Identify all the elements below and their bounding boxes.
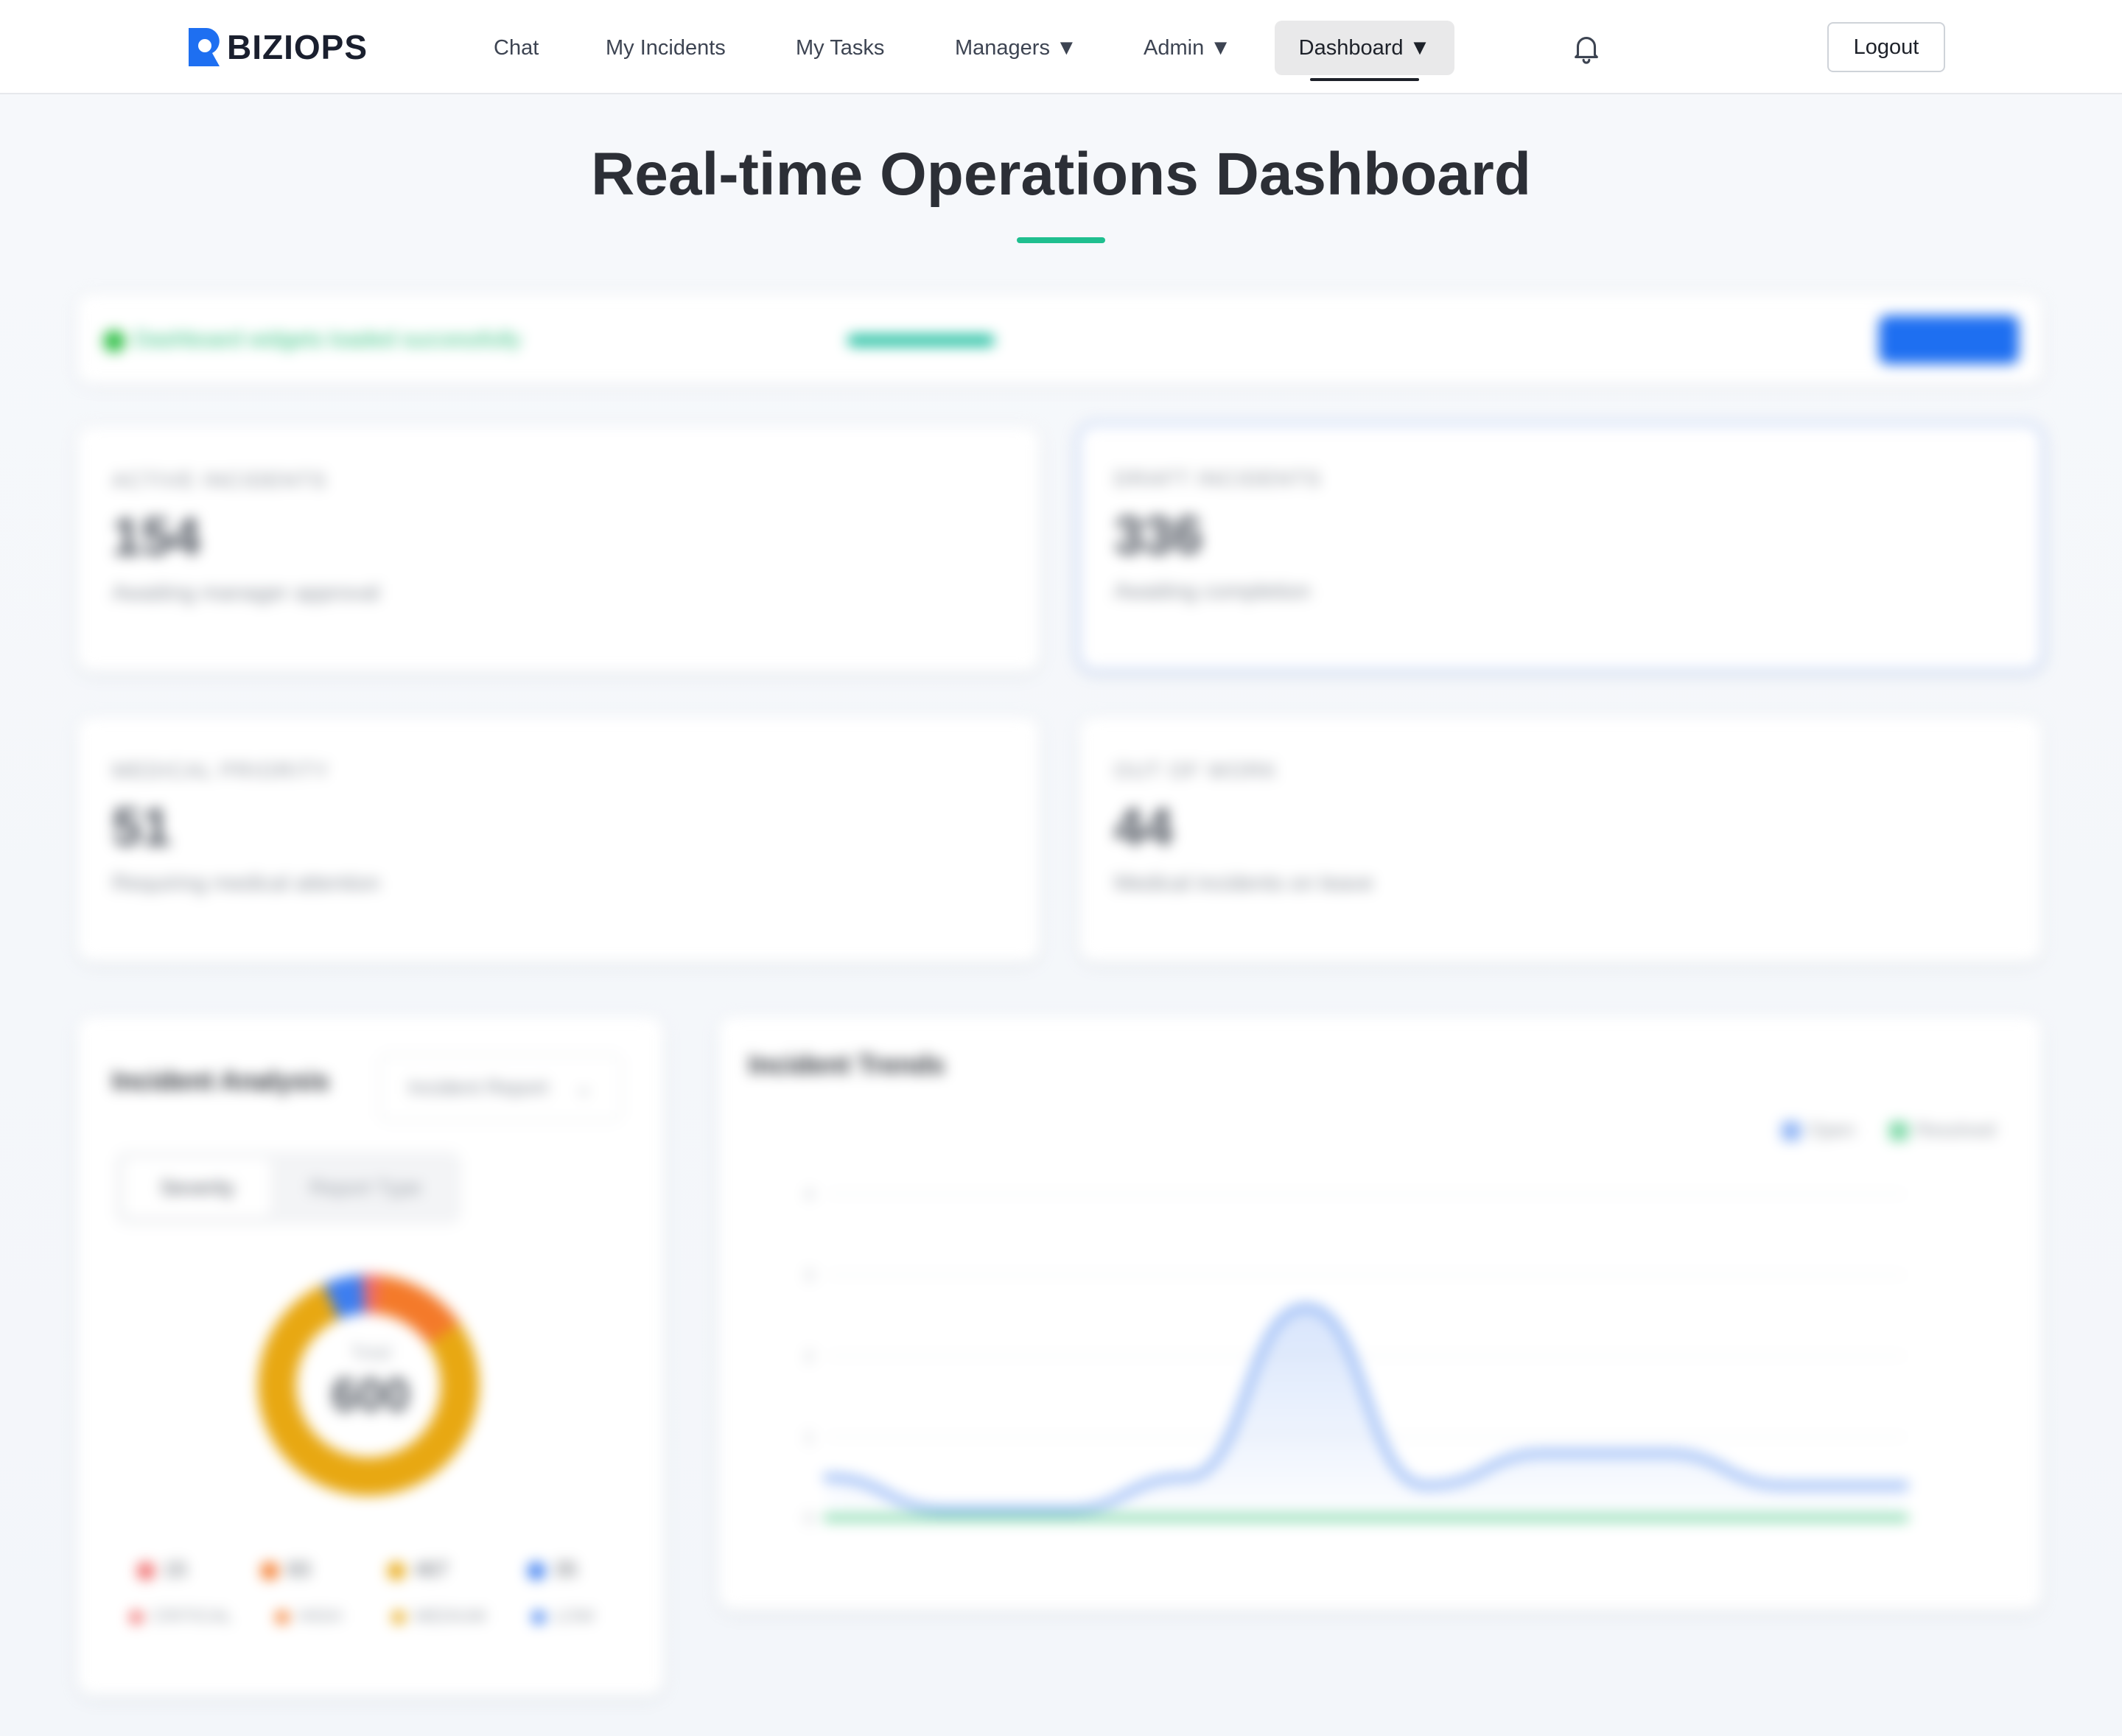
legend-count: 35 xyxy=(554,1558,578,1581)
legend-label: CRITICAL xyxy=(152,1606,233,1626)
analysis-segmented-control: Severity Report Type xyxy=(115,1151,461,1225)
report-select-value: Incident Report xyxy=(408,1076,548,1099)
card-label: DRAFT INCIDENTS xyxy=(1114,467,1322,490)
card-desc: Medical incidents on leave xyxy=(1114,871,1373,895)
legend-count: 83 xyxy=(287,1558,311,1581)
data-point-resolved xyxy=(824,1515,830,1521)
data-point-open xyxy=(1063,1507,1070,1513)
card-value: 44 xyxy=(1114,798,1174,857)
legend-label: HIGH xyxy=(298,1606,342,1626)
y-tick-label: 1 xyxy=(805,1428,813,1446)
legend-label: MEDIUM xyxy=(414,1606,486,1626)
legend-label: LOW xyxy=(554,1606,595,1626)
y-tick-label: 4 xyxy=(805,1185,813,1203)
legend-label-low: LOW xyxy=(532,1606,595,1627)
data-point-open xyxy=(824,1474,830,1480)
chevron-down-icon: ⌄ xyxy=(575,1076,592,1099)
nav-dashboard-label: Dashboard ▼ xyxy=(1298,36,1431,60)
legend-label-medium: MEDIUM xyxy=(392,1606,486,1627)
data-point-resolved xyxy=(1902,1515,1908,1521)
data-point-resolved xyxy=(943,1515,950,1521)
card-desc: Awaiting completion xyxy=(1114,579,1311,603)
data-point-resolved xyxy=(1183,1515,1189,1521)
nav-my-incidents[interactable]: My Incidents xyxy=(582,21,749,75)
report-select[interactable]: Incident Report ⌄ xyxy=(379,1054,622,1121)
nav-chat[interactable]: Chat xyxy=(470,21,562,75)
card-label: MEDICAL PRIORITY xyxy=(112,759,330,782)
page-title: Real-time Operations Dashboard xyxy=(591,141,1531,208)
legend-item-high-count: 83 xyxy=(261,1558,310,1581)
legend-dot xyxy=(392,1610,405,1624)
card-value: 51 xyxy=(112,798,172,857)
card-active-incidents[interactable]: ACTIVE INCIDENTS 154 Awaiting manager ap… xyxy=(78,427,1039,671)
logo-text: BIZIOPS xyxy=(227,28,368,66)
legend-item-low-count: 35 xyxy=(528,1558,577,1581)
legend-dot xyxy=(137,1561,155,1580)
status-message: Dashboard widgets loaded successfully xyxy=(134,327,522,351)
data-point-resolved xyxy=(1782,1515,1789,1521)
series-area-open xyxy=(827,1307,1905,1518)
legend-count: 467 xyxy=(414,1558,449,1581)
top-nav: BIZIOPS Chat My Incidents My Tasks Manag… xyxy=(0,0,2122,94)
legend-dot xyxy=(532,1610,545,1624)
data-point-open xyxy=(1782,1483,1789,1488)
incident-analysis-panel: Incident Analysis Incident Report ⌄ Seve… xyxy=(78,1017,663,1695)
legend-dot xyxy=(388,1561,405,1580)
nav-admin[interactable]: Admin ▼ xyxy=(1120,21,1255,75)
card-out-of-work[interactable]: OUT OF WORK 44 Medical incidents on leav… xyxy=(1080,718,2041,961)
data-point-open xyxy=(943,1507,950,1513)
nav-dashboard[interactable]: Dashboard ▼ xyxy=(1275,21,1454,81)
legend-label-high: HIGH xyxy=(276,1606,342,1627)
legend-item-critical-count: 15 xyxy=(137,1558,186,1581)
analysis-title: Incident Analysis xyxy=(112,1065,329,1096)
data-point-resolved xyxy=(1543,1515,1549,1521)
data-point-open xyxy=(1902,1483,1908,1488)
card-medical-priority[interactable]: MEDICAL PRIORITY 51 Requiring medical at… xyxy=(78,718,1039,961)
status-strip: Dashboard widgets loaded successfully xyxy=(78,295,2041,383)
card-label: OUT OF WORK xyxy=(1114,759,1278,782)
legend-dot xyxy=(130,1610,143,1624)
refresh-button[interactable] xyxy=(1879,315,2019,364)
active-tab-indicator xyxy=(1310,78,1419,81)
legend-dot xyxy=(261,1561,279,1580)
data-point-resolved xyxy=(1303,1515,1309,1521)
data-point-resolved xyxy=(1662,1515,1669,1521)
legend-label-critical: CRITICAL xyxy=(130,1606,232,1627)
title-underline xyxy=(1017,237,1105,243)
card-value: 154 xyxy=(112,508,201,567)
y-tick-label: 0 xyxy=(805,1509,813,1527)
segment-report-type[interactable]: Report Type xyxy=(279,1158,452,1217)
legend-item-medium-count: 467 xyxy=(388,1558,449,1581)
incident-trends-panel: Incident Trends Open Resolved 01234 xyxy=(719,1017,2041,1609)
card-desc: Requiring medical attention xyxy=(112,871,380,895)
status-dot-icon xyxy=(103,330,125,352)
y-tick-label: 3 xyxy=(805,1266,813,1284)
logo[interactable]: BIZIOPS xyxy=(186,25,368,69)
data-point-open xyxy=(1662,1450,1669,1456)
legend-count: 15 xyxy=(164,1558,187,1581)
notification-bell-icon[interactable] xyxy=(1569,31,1603,65)
data-point-resolved xyxy=(1063,1515,1070,1521)
card-draft-incidents[interactable]: DRAFT INCIDENTS 336 Awaiting completion xyxy=(1080,426,2041,669)
data-point-open xyxy=(1423,1483,1429,1488)
nav-my-tasks[interactable]: My Tasks xyxy=(772,21,908,75)
nav-managers[interactable]: Managers ▼ xyxy=(931,21,1101,75)
legend-dot xyxy=(276,1610,289,1624)
y-tick-label: 2 xyxy=(805,1347,813,1365)
status-progress-bar xyxy=(847,335,995,346)
data-point-open xyxy=(1183,1474,1189,1480)
biziops-logo-icon xyxy=(186,27,223,68)
card-value: 336 xyxy=(1114,506,1203,565)
segment-severity[interactable]: Severity xyxy=(124,1158,271,1217)
incident-trends-chart: 0 1 2 3 4 xyxy=(805,1185,1909,1527)
donut-total: 600 xyxy=(331,1368,410,1421)
logout-button[interactable]: Logout xyxy=(1827,22,1945,72)
data-point-open xyxy=(1543,1450,1549,1456)
data-point-resolved xyxy=(1423,1515,1429,1521)
data-point-open xyxy=(1303,1304,1309,1310)
legend-dot xyxy=(528,1561,545,1580)
card-desc: Awaiting manager approval xyxy=(112,581,380,605)
donut-caption: Total xyxy=(350,1341,391,1363)
card-label: ACTIVE INCIDENTS xyxy=(112,469,327,491)
